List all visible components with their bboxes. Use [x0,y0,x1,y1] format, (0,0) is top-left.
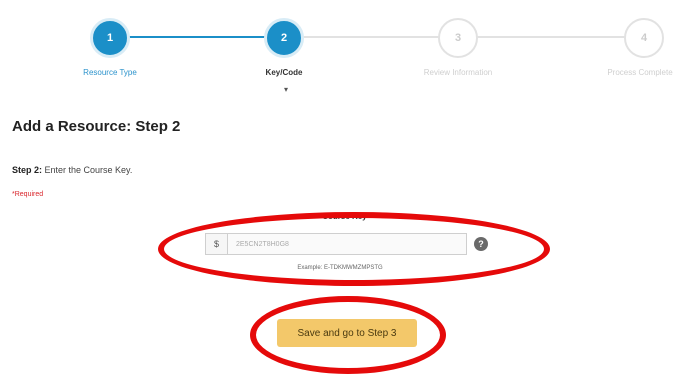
course-key-input[interactable] [227,233,467,255]
step-instruction-prefix: Step 2: [12,165,43,175]
page-title: Add a Resource: Step 2 [12,118,181,135]
active-step-caret-icon: ▾ [284,85,289,94]
step-1-circle: 1 [90,18,130,58]
step-4-label: Process Complete [607,68,673,77]
required-note: *Required [12,191,44,198]
question-icon[interactable]: ? [474,237,488,251]
step-instruction: Step 2: Enter the Course Key. [12,165,132,175]
step-instruction-text: Enter the Course Key. [42,165,133,175]
course-key-input-group: $ [205,233,467,255]
stepper-line-2-3 [284,36,458,38]
step-2-label: Key/Code [265,68,303,77]
course-key-prefix: $ [205,233,227,255]
required-star: * [366,212,370,221]
course-key-example: Example: E-TDKMWMZMPSTG [297,265,383,271]
step-4-circle: 4 [624,18,664,58]
step-2-circle: 2 [264,18,304,58]
stepper-line-1-2 [110,36,284,38]
step-3-label: Review Information [423,68,493,77]
stepper-line-3-4 [458,36,644,38]
progress-stepper: 1 2 3 4 Resource Type Key/Code Review In… [0,0,681,105]
save-and-continue-button[interactable]: Save and go to Step 3 [277,319,417,347]
course-key-label: Course Key* [300,212,392,221]
course-key-label-text: Course Key [322,212,367,221]
step-3-circle: 3 [438,18,478,58]
step-1-label: Resource Type [83,68,137,77]
